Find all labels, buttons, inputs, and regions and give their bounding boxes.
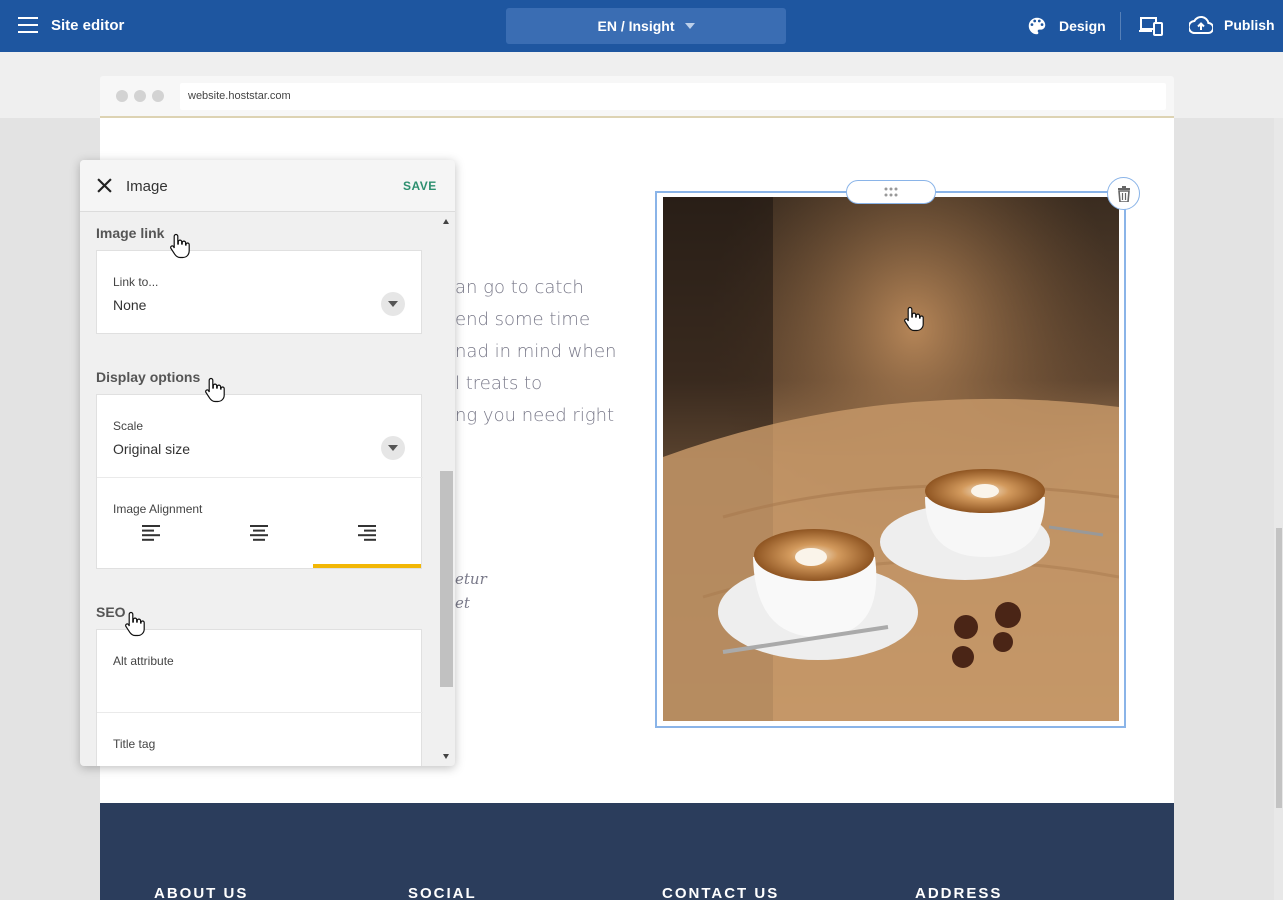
panel-scrollbar[interactable] (440, 213, 455, 766)
body-line: l treats to (455, 373, 543, 394)
site-footer: ABOUT US SOCIAL CONTACT US ADDRESS (100, 803, 1174, 900)
image-settings-panel: Image SAVE Image link Link to... None Di… (80, 160, 455, 766)
footer-heading-contact: CONTACT US (662, 885, 780, 900)
alt-attribute-label: Alt attribute (113, 654, 174, 668)
panel-title: Image (126, 178, 168, 195)
body-line: ng you need right (455, 405, 615, 426)
link-to-label: Link to... (113, 275, 159, 289)
body-line: an go to catch (455, 277, 584, 298)
hand-cursor-icon (904, 306, 924, 332)
title-tag-label: Title tag (113, 737, 156, 751)
window-dots (116, 90, 164, 102)
top-bar: Site editor EN / Insight Design Publish (0, 0, 1283, 52)
footer-heading-social: SOCIAL (408, 885, 477, 900)
device-preview-button[interactable] (1139, 15, 1174, 37)
publish-button[interactable]: Publish (1189, 15, 1275, 35)
language-page-select[interactable]: EN / Insight (506, 8, 786, 44)
scale-dropdown-button[interactable] (381, 436, 405, 460)
italic-line: et (455, 594, 470, 612)
card-divider (97, 712, 423, 713)
panel-scrollbar-thumb[interactable] (440, 471, 453, 687)
seo-heading: SEO (96, 604, 126, 620)
page-scrollbar-thumb[interactable] (1276, 528, 1282, 808)
alignment-active-indicator (313, 564, 421, 568)
footer-heading-about: ABOUT US (154, 885, 249, 900)
hamburger-icon[interactable] (18, 17, 38, 35)
url-bar: website.hoststar.com (180, 83, 1166, 110)
caret-down-icon (388, 445, 398, 451)
caret-down-icon (388, 301, 398, 307)
align-center-button[interactable] (205, 521, 313, 569)
publish-label: Publish (1224, 17, 1275, 33)
trash-icon (1117, 185, 1130, 202)
hand-cursor-icon (125, 611, 145, 637)
link-to-dropdown-button[interactable] (381, 292, 405, 316)
scroll-down-arrow[interactable] (443, 754, 449, 759)
hand-cursor-icon (170, 233, 190, 259)
alt-attribute-input[interactable] (113, 676, 403, 696)
display-options-heading: Display options (96, 369, 201, 385)
link-to-field[interactable]: Link to... None (96, 250, 422, 334)
design-label: Design (1059, 18, 1106, 34)
align-left-button[interactable] (97, 521, 205, 569)
devices-icon (1139, 17, 1163, 36)
page-italic-text[interactable]: etur et (455, 567, 487, 615)
body-line: end some time (455, 309, 591, 330)
align-left-icon (142, 525, 160, 541)
page-body-text[interactable]: an go to catch end some time nad in mind… (455, 272, 630, 432)
scale-value[interactable]: Original size (113, 441, 190, 457)
caret-down-icon (684, 23, 695, 29)
body-line: nad in mind when (455, 341, 617, 362)
toolbar-divider (1120, 12, 1121, 40)
delete-image-button[interactable] (1107, 177, 1140, 210)
cloud-upload-icon (1189, 15, 1213, 34)
scale-label: Scale (113, 419, 144, 433)
display-options-card: Scale Original size Image Alignment (96, 394, 423, 570)
image-link-heading: Image link (96, 225, 165, 241)
save-button[interactable]: SAVE (403, 179, 437, 193)
image-alignment-label: Image Alignment (113, 502, 203, 516)
coffee-cups-image[interactable] (663, 197, 1119, 721)
app-title: Site editor (51, 17, 125, 34)
page-scrollbar[interactable] (1274, 118, 1283, 900)
drag-dots-icon (884, 187, 898, 197)
coffee-photo (663, 197, 1119, 721)
scroll-up-arrow[interactable] (443, 219, 449, 224)
align-right-icon (358, 525, 376, 541)
title-tag-input[interactable] (113, 759, 403, 766)
browser-frame-bar: website.hoststar.com (100, 76, 1174, 117)
design-button[interactable]: Design (1026, 15, 1106, 37)
drag-handle[interactable] (846, 180, 936, 204)
link-to-value: None (113, 297, 147, 313)
image-alignment-group: Image Alignment (97, 478, 423, 570)
align-center-icon (250, 525, 268, 541)
palette-icon (1028, 17, 1046, 35)
align-right-button[interactable] (313, 521, 421, 569)
italic-line: etur (455, 570, 487, 588)
seo-card: Alt attribute Title tag (96, 629, 423, 766)
panel-header: Image SAVE (80, 160, 455, 212)
language-page-label: EN / Insight (597, 18, 675, 34)
hand-cursor-icon (205, 377, 225, 403)
close-icon[interactable] (97, 178, 112, 193)
footer-heading-address: ADDRESS (915, 885, 1003, 900)
